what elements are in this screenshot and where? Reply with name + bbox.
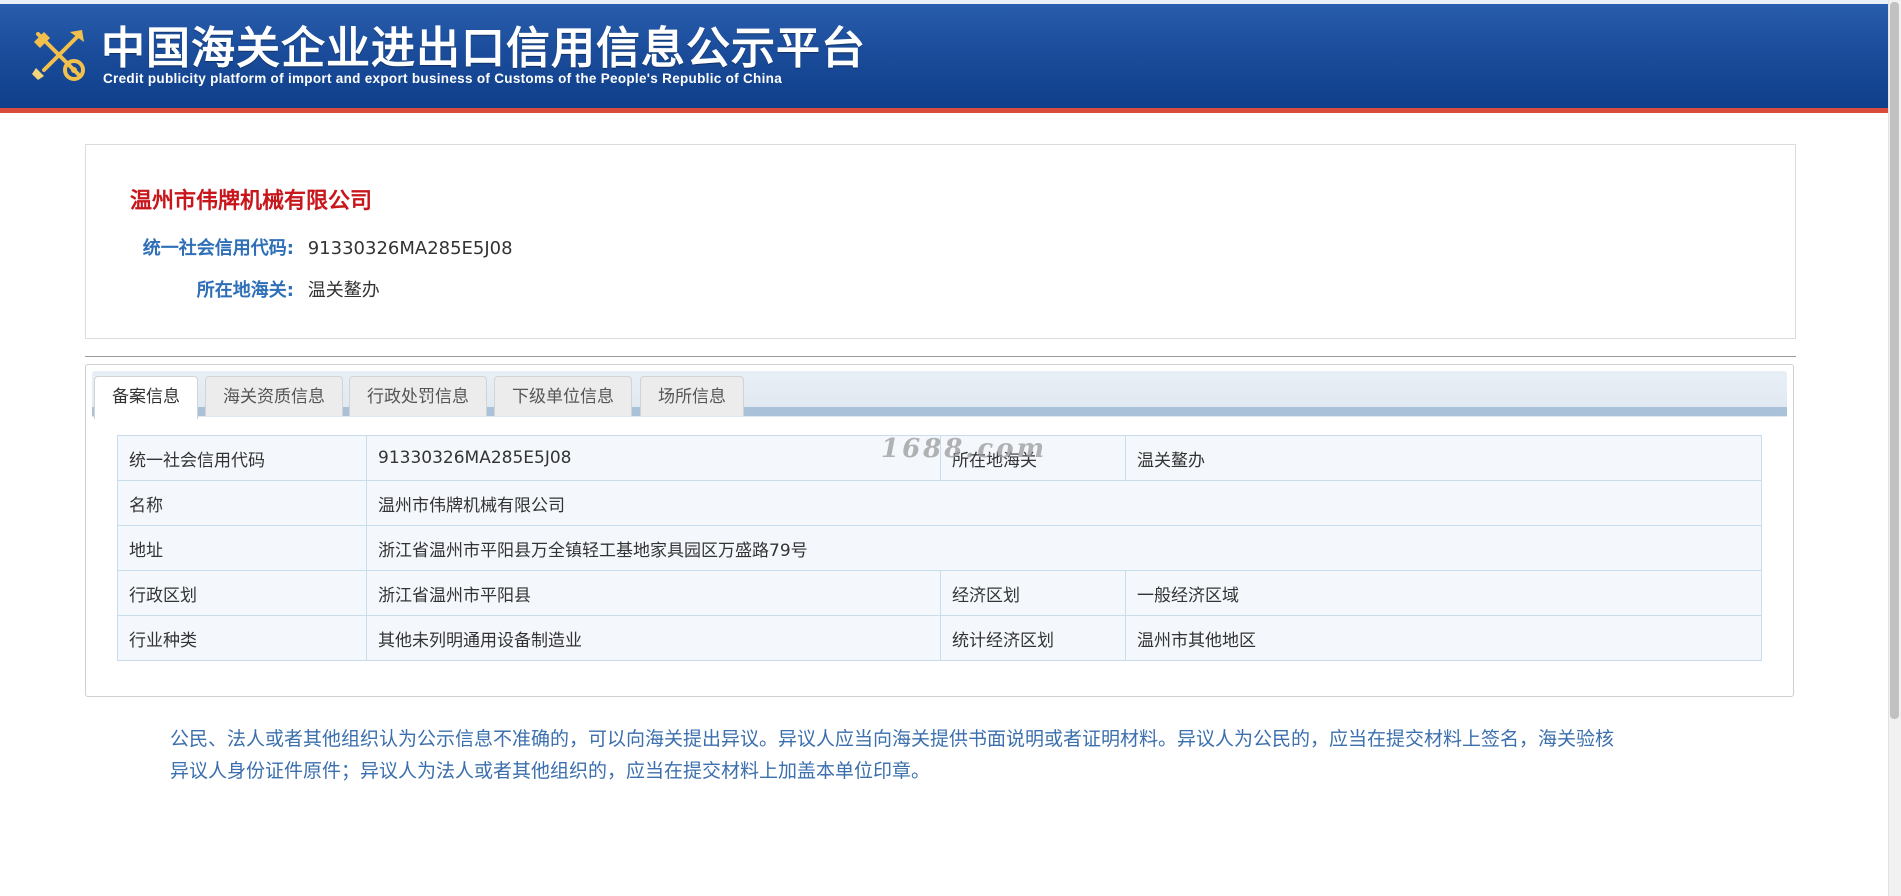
customs-label: 所在地海关: [196,280,294,301]
table-value-cell: 其他未列明通用设备制造业 [366,615,941,661]
table-value-cell: 温州市伟牌机械有限公司 [366,480,1762,526]
site-header: 中国海关企业进出口信用信息公示平台 Credit publicity platf… [0,0,1888,113]
tab-administrative-penalty[interactable]: 行政处罚信息 [349,376,487,416]
section-divider [85,356,1796,357]
notice-line-1: 公民、法人或者其他组织认为公示信息不准确的，可以向海关提出异议。异议人应当向海关… [170,728,1615,750]
company-name: 温州市伟牌机械有限公司 [130,189,373,214]
table-row: 地址 浙江省温州市平阳县万全镇轻工基地家具园区万盛路79号 [117,525,1762,571]
credit-code-row: 统一社会信用代码: 91330326MA285E5J08 [131,237,513,261]
notice-line-2: 异议人身份证件原件；异议人为法人或者其他组织的，应当在提交材料上加盖本单位印章。 [170,760,931,782]
customs-emblem-icon [32,30,85,81]
table-row: 名称 温州市伟牌机械有限公司 [117,480,1762,526]
table-label-cell: 经济区划 [940,570,1126,616]
site-title: 中国海关企业进出口信用信息公示平台 [101,23,866,74]
company-summary-card: 温州市伟牌机械有限公司 统一社会信用代码: 91330326MA285E5J08… [85,144,1796,339]
table-value-cell: 浙江省温州市平阳县 [366,570,941,616]
tab-premises-info[interactable]: 场所信息 [640,376,744,416]
credit-code-label: 统一社会信用代码: [142,238,294,259]
tab-filing-info[interactable]: 备案信息 [94,376,198,419]
table-label-cell: 行政区划 [117,570,367,616]
header-top-stripe [0,0,1888,4]
detail-panel: 备案信息 海关资质信息 行政处罚信息 下级单位信息 场所信息 统一社会信用代码 … [85,364,1794,697]
objection-notice: 公民、法人或者其他组织认为公示信息不准确的，可以向海关提出异议。异议人应当向海关… [170,723,1715,787]
tab-subordinate-units[interactable]: 下级单位信息 [494,376,632,416]
table-value-cell: 浙江省温州市平阳县万全镇轻工基地家具园区万盛路79号 [366,525,1762,571]
site-subtitle: Credit publicity platform of import and … [103,71,783,86]
table-label-cell: 地址 [117,525,367,571]
table-row: 行业种类 其他未列明通用设备制造业 统计经济区划 温州市其他地区 [117,615,1762,661]
table-label-cell: 行业种类 [117,615,367,661]
credit-code-value: 91330326MA285E5J08 [307,238,513,259]
watermark: 1688.com [881,434,1048,464]
table-row: 行政区划 浙江省温州市平阳县 经济区划 一般经济区域 [117,570,1762,616]
table-value-cell: 温州市其他地区 [1125,615,1762,661]
customs-value: 温关鳌办 [307,280,380,301]
page-scrollbar[interactable] [1888,0,1901,896]
table-value-cell: 91330326MA285E5J08 [366,435,941,481]
customs-row: 所在地海关: 温关鳌办 [131,279,380,303]
scrollbar-thumb[interactable] [1890,2,1899,719]
filing-info-table: 统一社会信用代码 91330326MA285E5J08 所在地海关 温关鳌办 名… [117,435,1762,661]
table-value-cell: 温关鳌办 [1125,435,1762,481]
table-label-cell: 统一社会信用代码 [117,435,367,481]
table-value-cell: 一般经济区域 [1125,570,1762,616]
table-label-cell: 统计经济区划 [940,615,1126,661]
table-label-cell: 名称 [117,480,367,526]
tab-customs-qualification[interactable]: 海关资质信息 [205,376,343,416]
tab-strip-bar [92,407,1787,416]
